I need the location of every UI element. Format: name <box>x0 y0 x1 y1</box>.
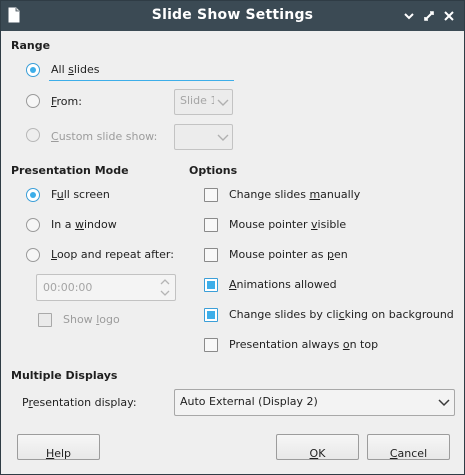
cancel-button[interactable]: Cancel <box>367 434 450 460</box>
mouse-pointer-visible-label[interactable]: Mouse pointer visible <box>229 218 346 231</box>
presentation-display-select[interactable]: Auto External (Display 2) <box>174 389 455 416</box>
window-title: Slide Show Settings <box>151 7 314 23</box>
focus-underline <box>49 80 234 81</box>
full-screen-radio[interactable] <box>26 188 40 202</box>
custom-slide-show-label[interactable]: Custom slide show: <box>51 130 157 143</box>
multiple-displays-heading: Multiple Displays <box>11 369 118 382</box>
change-slides-on-click-label[interactable]: Change slides by clicking on background <box>229 308 454 321</box>
show-logo-label[interactable]: Show logo <box>63 313 120 326</box>
change-slides-manually-checkbox[interactable] <box>204 188 218 202</box>
presentation-always-on-top-checkbox[interactable] <box>204 338 218 352</box>
change-slides-on-click-checkbox[interactable] <box>204 308 218 322</box>
change-slides-manually-label[interactable]: Change slides manually <box>229 188 360 201</box>
loop-time-spinbox[interactable]: 00:00:00 <box>36 274 176 301</box>
mouse-pointer-visible-checkbox[interactable] <box>204 218 218 232</box>
from-label[interactable]: From: <box>51 95 82 108</box>
title-bar[interactable]: Slide Show Settings <box>1 1 464 31</box>
range-heading: Range <box>11 39 51 52</box>
presentation-always-on-top-label[interactable]: Presentation always on top <box>229 338 378 351</box>
spin-down-icon[interactable] <box>160 290 170 296</box>
all-slides-label[interactable]: All slides <box>51 63 99 76</box>
presentation-mode-heading: Presentation Mode <box>11 164 129 177</box>
presentation-display-label: Presentation display: <box>22 396 137 409</box>
mouse-pointer-as-pen-label[interactable]: Mouse pointer as pen <box>229 248 348 261</box>
restore-icon[interactable] <box>422 9 436 23</box>
cancel-button-label: Cancel <box>389 447 428 460</box>
show-logo-checkbox[interactable] <box>38 313 52 327</box>
help-button-label: Help <box>45 447 72 460</box>
from-slide-value: Slide 1 <box>180 94 214 107</box>
chevron-down-icon <box>217 134 229 141</box>
close-icon[interactable] <box>442 9 456 23</box>
animations-allowed-label[interactable]: Animations allowed <box>229 278 337 291</box>
full-screen-label[interactable]: Full screen <box>51 188 110 201</box>
custom-slide-show-select[interactable] <box>174 124 233 150</box>
all-slides-radio[interactable] <box>26 63 40 77</box>
options-heading: Options <box>189 164 238 177</box>
ok-button[interactable]: OK <box>276 434 359 460</box>
ok-button-label: OK <box>309 447 326 460</box>
chevron-down-icon <box>438 399 450 407</box>
mouse-pointer-as-pen-checkbox[interactable] <box>204 248 218 262</box>
help-button[interactable]: Help <box>17 434 100 460</box>
loop-and-repeat-label[interactable]: Loop and repeat after: <box>51 248 174 261</box>
from-slide-select[interactable]: Slide 1 <box>174 89 233 115</box>
animations-allowed-checkbox[interactable] <box>204 278 218 292</box>
spin-up-icon[interactable] <box>160 279 170 285</box>
custom-slide-show-radio[interactable] <box>26 128 40 142</box>
in-a-window-radio[interactable] <box>26 218 40 232</box>
minimize-icon[interactable] <box>402 9 416 23</box>
chevron-down-icon <box>217 99 229 106</box>
presentation-display-value: Auto External (Display 2) <box>180 395 318 408</box>
loop-time-value: 00:00:00 <box>43 281 93 294</box>
in-a-window-label[interactable]: In a window <box>51 218 117 231</box>
from-radio[interactable] <box>26 94 40 108</box>
slide-show-settings-dialog: Slide Show Settings Range All slides Fro… <box>0 0 465 475</box>
loop-and-repeat-radio[interactable] <box>26 248 40 262</box>
